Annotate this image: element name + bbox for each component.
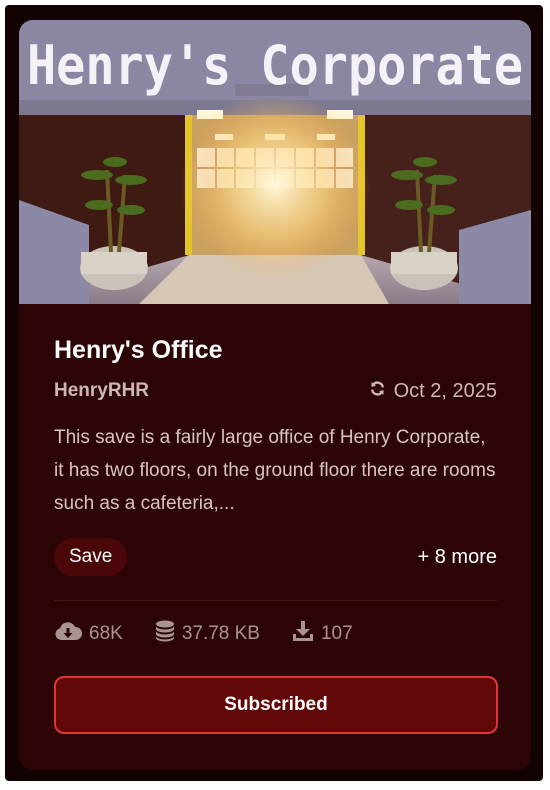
stat-downloads: 107 [292, 620, 353, 648]
database-icon [155, 620, 175, 648]
tag-save[interactable]: Save [54, 538, 128, 576]
item-thumbnail[interactable]: Henry's Corporate [19, 20, 531, 304]
item-title[interactable]: Henry's Office [54, 336, 223, 365]
item-description: This save is a fairly large office of He… [54, 427, 496, 514]
thumbnail-title: Henry's Corporate [27, 34, 523, 97]
author-link[interactable]: HenryRHR [54, 380, 149, 402]
more-tags-link[interactable]: + 8 more [418, 546, 497, 569]
item-card[interactable]: Henry's Corporate Henry's Office HenryRH… [19, 20, 531, 770]
updated-date: Oct 2, 2025 [369, 380, 497, 403]
item-stats: 68K 37.78 KB 107 [54, 620, 385, 648]
subscriber-count: 68K [89, 623, 123, 644]
updated-date-text: Oct 2, 2025 [393, 380, 497, 402]
file-size: 37.78 KB [181, 623, 260, 644]
download-count: 107 [320, 623, 353, 644]
refresh-icon [369, 380, 386, 403]
subscribed-button[interactable]: Subscribed [54, 676, 498, 734]
download-icon [292, 620, 314, 648]
stat-subscribers: 68K [54, 621, 123, 647]
divider [54, 600, 497, 601]
cloud-download-icon [54, 621, 83, 647]
stat-file-size: 37.78 KB [155, 620, 260, 648]
